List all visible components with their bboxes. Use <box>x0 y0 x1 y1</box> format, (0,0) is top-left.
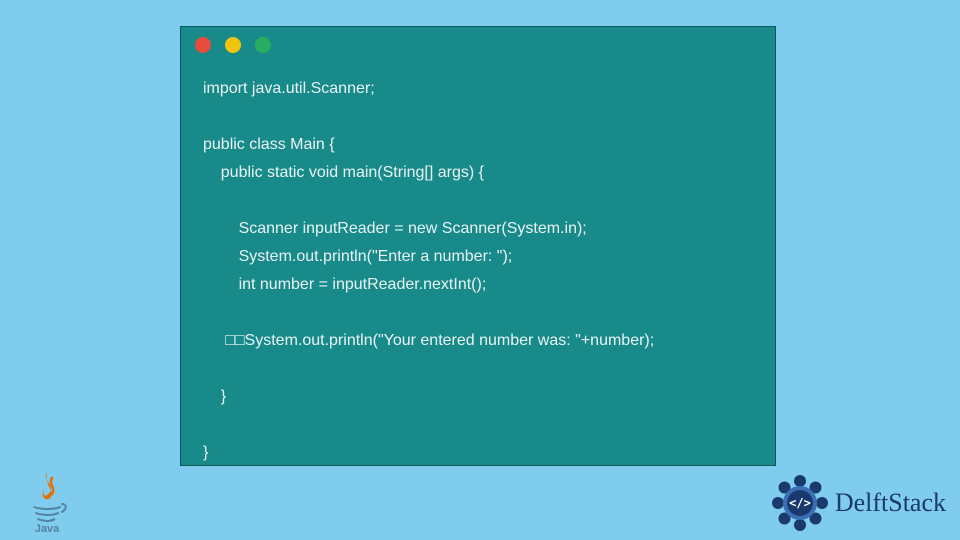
java-logo-icon: Java <box>22 468 72 534</box>
delftstack-brand: </> DelftStack <box>771 474 946 532</box>
code-block: import java.util.Scanner; public class M… <box>181 63 775 479</box>
java-label: Java <box>35 523 60 534</box>
maximize-icon <box>255 37 271 53</box>
minimize-icon <box>225 37 241 53</box>
window-titlebar <box>181 27 775 63</box>
delftstack-label: DelftStack <box>835 488 946 518</box>
delftstack-gear-icon: </> <box>771 474 829 532</box>
svg-text:</>: </> <box>789 496 811 510</box>
code-window: import java.util.Scanner; public class M… <box>180 26 776 466</box>
close-icon <box>195 37 211 53</box>
